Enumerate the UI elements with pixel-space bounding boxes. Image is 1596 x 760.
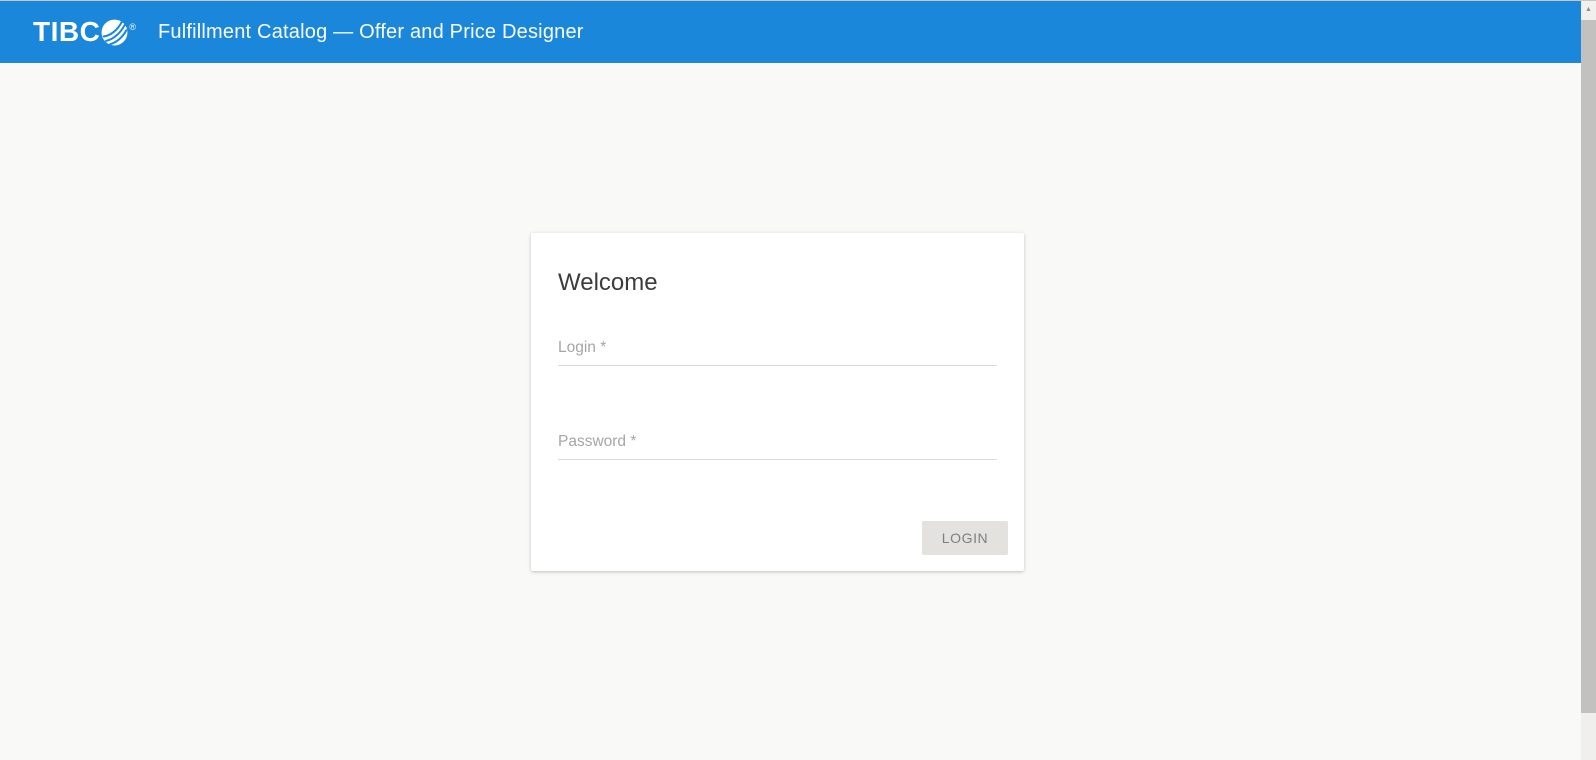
tibco-swirl-icon (101, 19, 128, 45)
tibco-logo-text: TIBC (33, 16, 101, 47)
scroll-up-arrow-icon: ▲ (1585, 6, 1592, 13)
scrollbar-up-button[interactable]: ▲ (1581, 1, 1596, 18)
scrollbar-track[interactable]: ▲ (1581, 1, 1596, 760)
registered-mark: ® (129, 22, 136, 32)
welcome-heading: Welcome (558, 269, 658, 296)
tibco-logo: TIBC ® (33, 18, 136, 46)
login-input[interactable] (558, 335, 997, 366)
login-button[interactable]: LOGIN (922, 521, 1008, 555)
password-field (558, 429, 997, 460)
password-input[interactable] (558, 429, 997, 460)
login-field (558, 335, 997, 366)
app-header: TIBC ® Fulfillment Catalog — Offer and P… (0, 1, 1581, 63)
scrollbar-thumb[interactable] (1581, 20, 1596, 713)
app-title: Fulfillment Catalog — Offer and Price De… (157, 20, 584, 43)
login-card: Welcome LOGIN (531, 233, 1024, 571)
